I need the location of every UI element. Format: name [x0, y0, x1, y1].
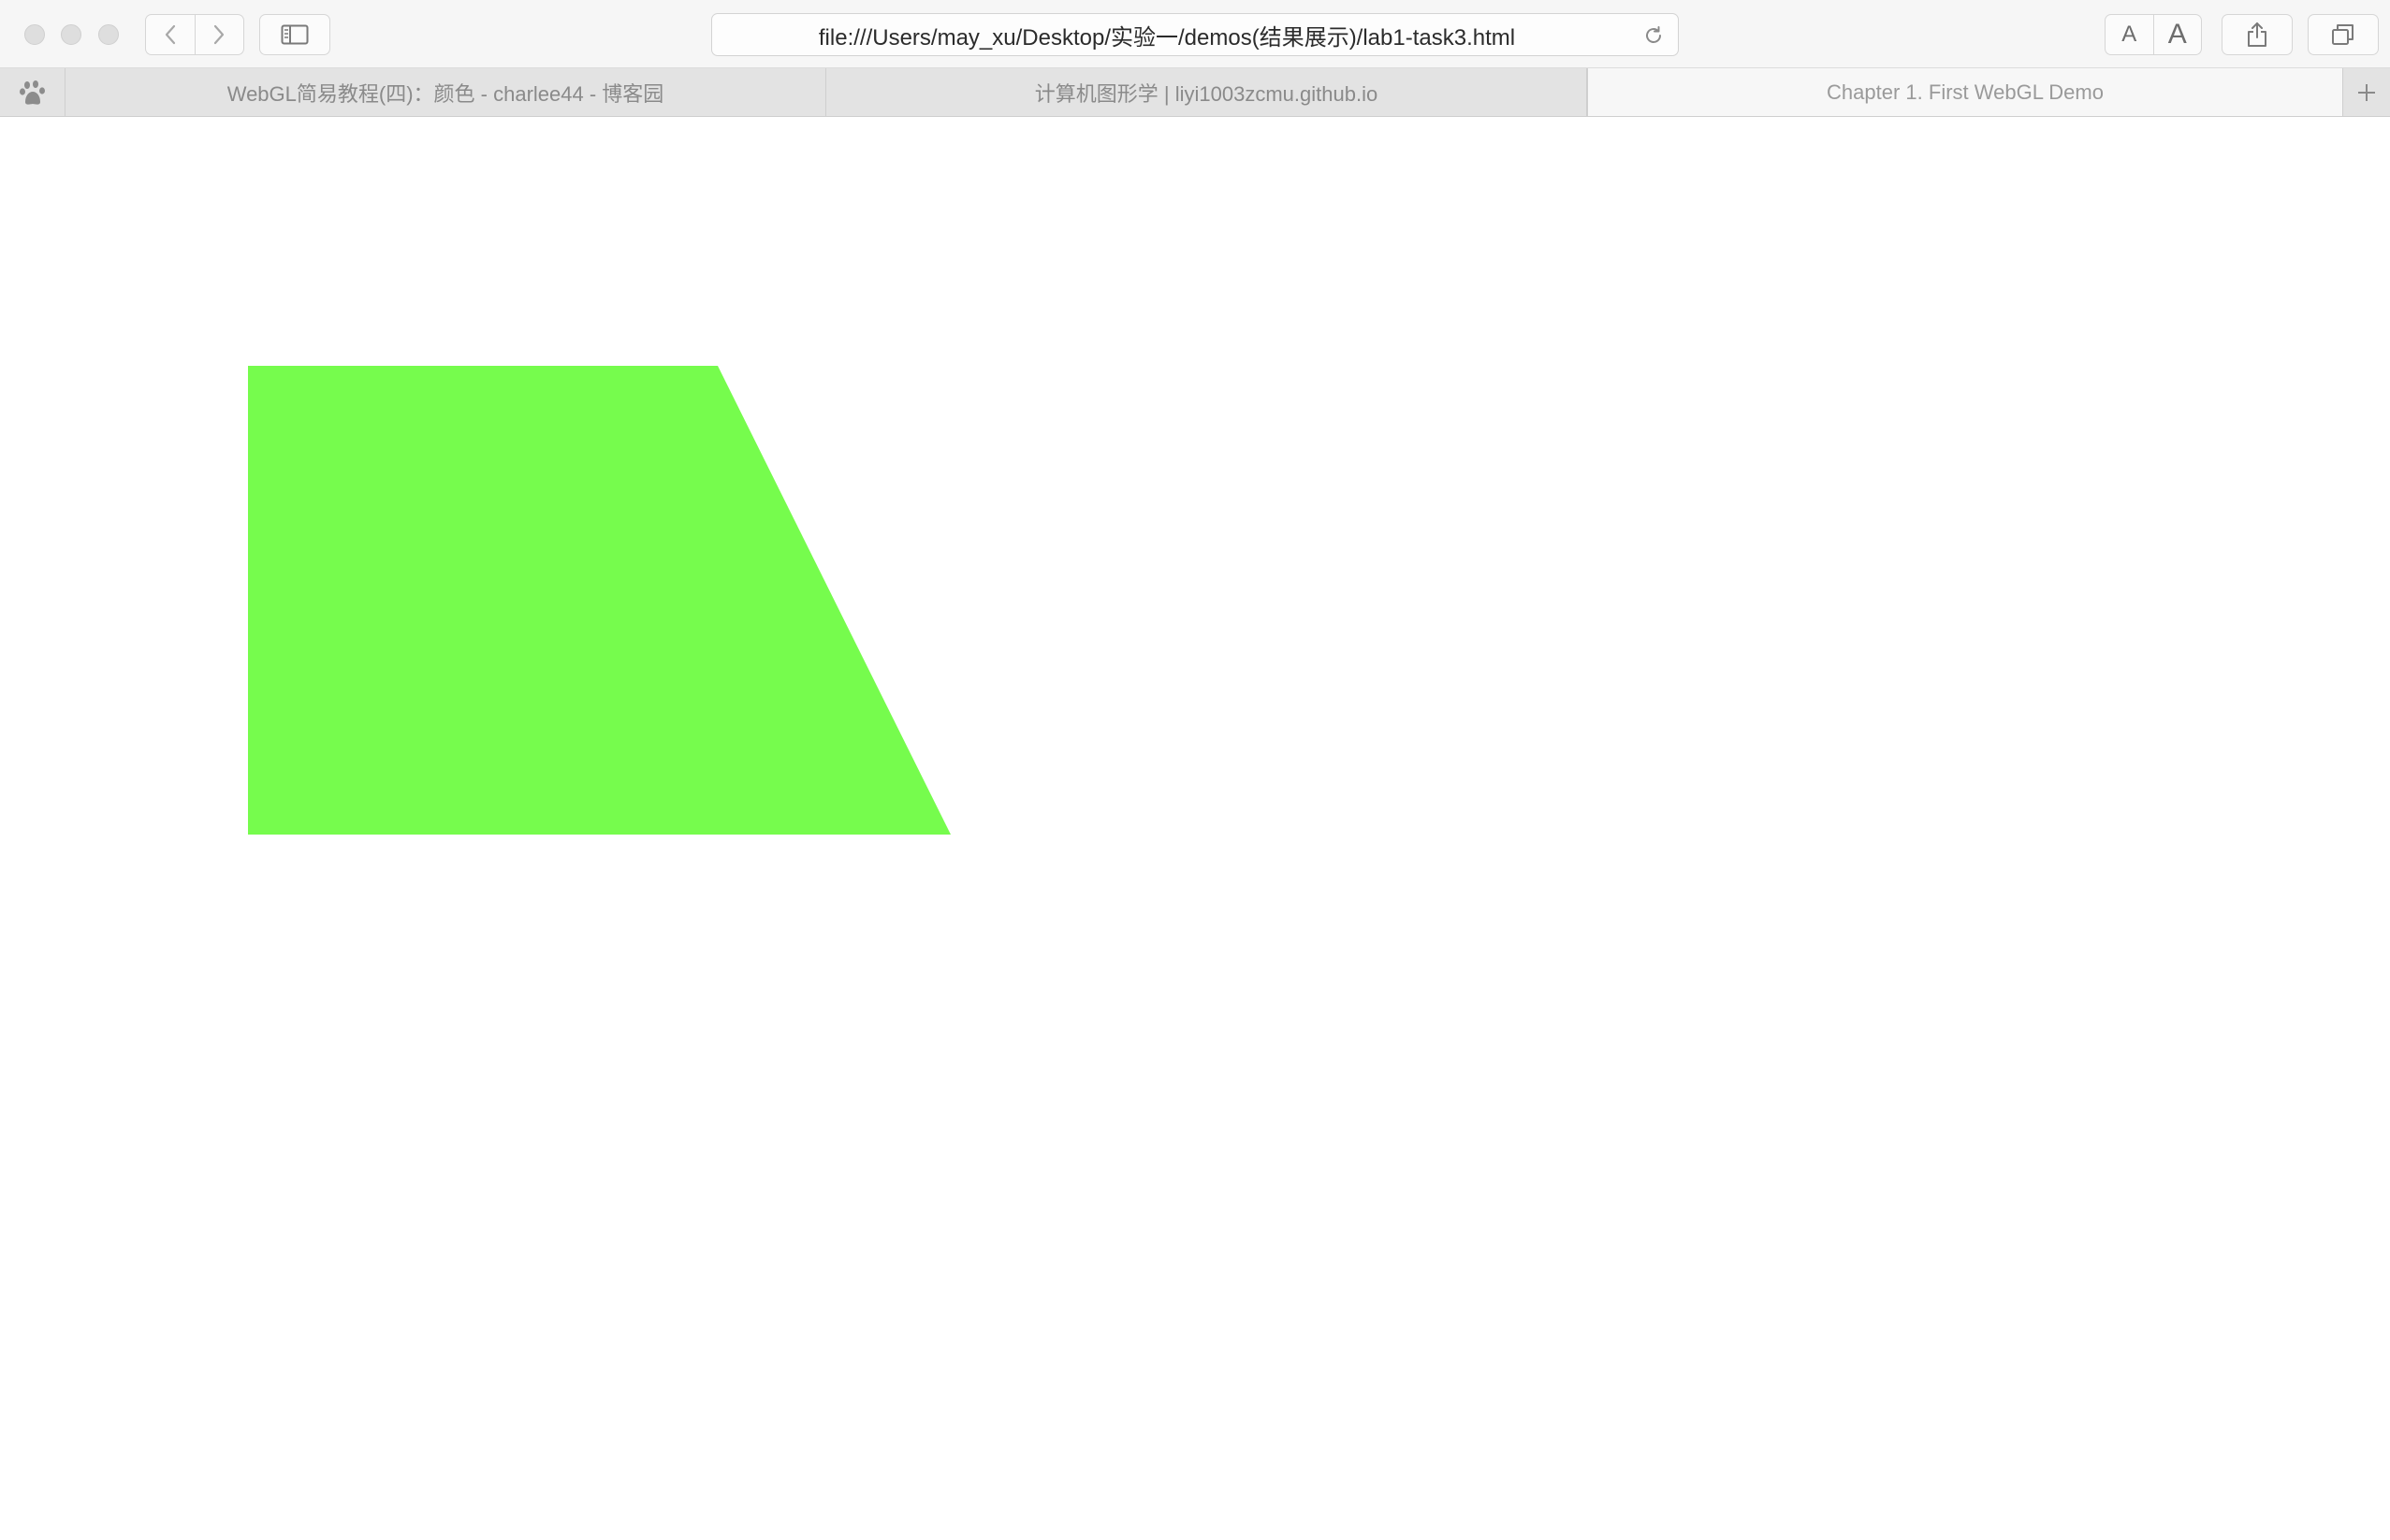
- address-bar[interactable]: file:///Users/may_xu/Desktop/实验一/demos(结…: [711, 13, 1679, 56]
- page-content: [0, 117, 2390, 1540]
- plus-icon: [2358, 83, 2375, 101]
- tab-overview-button[interactable]: [2308, 14, 2379, 55]
- reload-icon: [1646, 26, 1661, 43]
- navigation-buttons: [145, 14, 244, 55]
- green-trapezoid: [248, 366, 951, 835]
- pinned-tab[interactable]: [0, 68, 66, 116]
- chevron-left-icon: [165, 24, 175, 45]
- tab-first-webgl-demo[interactable]: Chapter 1. First WebGL Demo: [1587, 68, 2343, 116]
- window-zoom-button[interactable]: [98, 24, 119, 45]
- share-button[interactable]: [2222, 14, 2293, 55]
- tab-bar: WebGL简易教程(四)：颜色 - charlee44 - 博客园 计算机图形学…: [0, 68, 2390, 117]
- tab-overview-icon: [2332, 24, 2354, 45]
- sidebar-toggle-button[interactable]: [259, 14, 330, 55]
- webgl-canvas[interactable]: [0, 117, 2390, 1540]
- back-button[interactable]: [146, 15, 195, 54]
- share-icon: [2248, 22, 2266, 47]
- baidu-paw-icon: [19, 80, 45, 105]
- window-close-button[interactable]: [24, 24, 45, 45]
- reload-button[interactable]: [1640, 22, 1667, 49]
- tab-webgl-tutorial[interactable]: WebGL简易教程(四)：颜色 - charlee44 - 博客园: [66, 68, 826, 116]
- text-size-buttons: A A: [2105, 14, 2202, 55]
- window-minimize-button[interactable]: [61, 24, 81, 45]
- browser-window: file:///Users/may_xu/Desktop/实验一/demos(结…: [0, 0, 2390, 1540]
- decrease-text-size-button[interactable]: A: [2106, 15, 2153, 54]
- address-url[interactable]: file:///Users/may_xu/Desktop/实验一/demos(结…: [712, 14, 1622, 55]
- tab-computer-graphics[interactable]: 计算机图形学 | liyi1003zcmu.github.io: [826, 68, 1587, 116]
- chevron-right-icon: [214, 24, 225, 45]
- browser-toolbar: file:///Users/may_xu/Desktop/实验一/demos(结…: [0, 0, 2390, 68]
- new-tab-button[interactable]: [2343, 68, 2390, 116]
- increase-text-size-button[interactable]: A: [2152, 15, 2202, 54]
- sidebar-icon: [281, 24, 309, 45]
- forward-button[interactable]: [194, 15, 244, 54]
